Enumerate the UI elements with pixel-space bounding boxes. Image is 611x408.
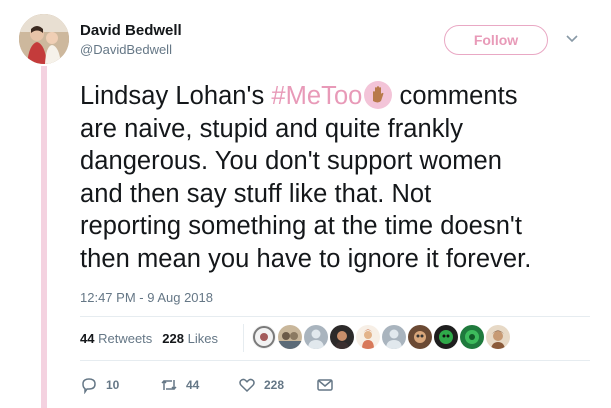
reply-icon xyxy=(82,378,96,394)
thread-bar xyxy=(41,66,47,408)
message-icon xyxy=(317,379,333,391)
liker-avatar[interactable] xyxy=(356,325,380,349)
like-count: 228 xyxy=(264,378,285,392)
tweet-text: Lindsay Lohan's #MeToo comments are naiv… xyxy=(80,80,590,275)
liker-avatar[interactable] xyxy=(330,325,354,349)
retweet-button[interactable]: 44 xyxy=(160,376,226,394)
liker-avatar[interactable] xyxy=(486,325,510,349)
liker-avatar[interactable] xyxy=(278,325,302,349)
stat-divider xyxy=(243,324,244,352)
reply-button[interactable]: 10 xyxy=(80,376,146,394)
liker-avatar[interactable] xyxy=(382,325,406,349)
tweet-line-6: then mean you have to ignore it forever. xyxy=(80,244,532,273)
retweet-icon xyxy=(161,379,177,391)
retweet-count: 44 xyxy=(186,378,200,392)
tweet-line-2: are naive, stupid and quite frankly xyxy=(80,114,464,143)
hashtag-link[interactable]: #MeToo xyxy=(271,82,362,110)
tweet-line-3: dangerous. You don't support women xyxy=(80,147,502,175)
direct-message-button[interactable] xyxy=(316,376,334,394)
tweet-actions: 10 44 228 xyxy=(80,376,334,394)
divider xyxy=(80,360,590,361)
chevron-down-icon[interactable] xyxy=(565,32,579,46)
liker-avatar[interactable] xyxy=(304,325,328,349)
liker-avatars xyxy=(252,325,510,349)
raised-hand-icon xyxy=(364,81,393,109)
display-name[interactable]: David Bedwell xyxy=(80,22,182,39)
likes-stat[interactable]: 228 Likes xyxy=(162,331,218,346)
liker-avatar[interactable] xyxy=(434,325,458,349)
tweet-line-4: and then say stuff like that. Not xyxy=(80,179,432,208)
tweet-timestamp[interactable]: 12:47 PM - 9 Aug 2018 xyxy=(80,290,213,305)
user-handle[interactable]: @DavidBedwell xyxy=(80,42,172,57)
liker-avatar[interactable] xyxy=(252,325,276,349)
divider xyxy=(80,316,590,317)
heart-icon xyxy=(239,378,255,393)
avatar[interactable] xyxy=(19,14,69,64)
retweets-stat[interactable]: 44 Retweets xyxy=(80,331,152,346)
tweet-line-1: Lindsay Lohan's #MeToo comments xyxy=(80,81,518,110)
tweet-line-5: reporting something at the time doesn't xyxy=(80,212,522,240)
reply-count: 10 xyxy=(106,378,120,392)
liker-avatar[interactable] xyxy=(460,325,484,349)
engagement-stats: 44 Retweets 228 Likes xyxy=(80,331,218,346)
follow-button[interactable]: Follow xyxy=(444,25,548,55)
liker-avatar[interactable] xyxy=(408,325,432,349)
like-button[interactable]: 228 xyxy=(238,376,312,394)
